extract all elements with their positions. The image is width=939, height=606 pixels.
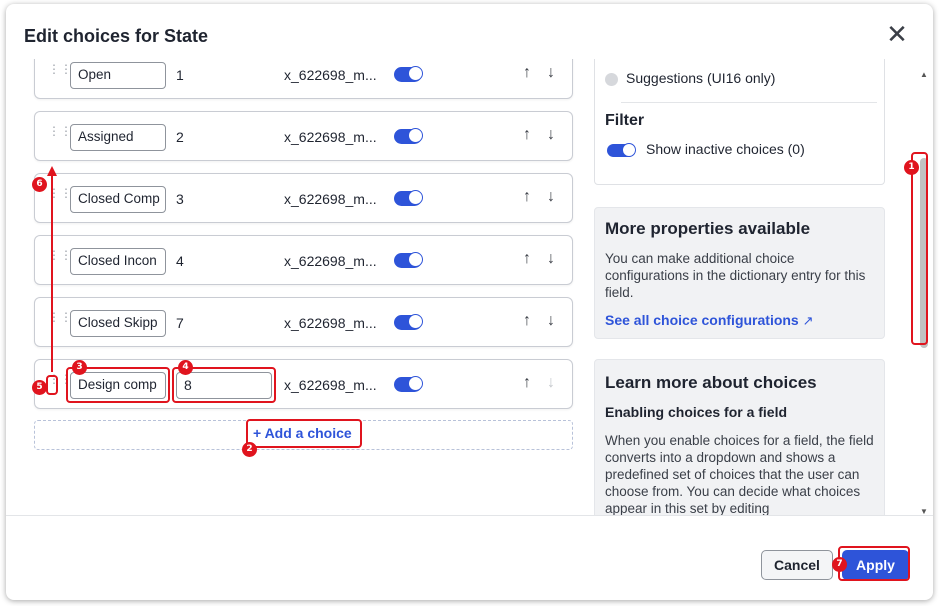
- move-up-icon[interactable]: ↑: [523, 312, 531, 330]
- see-all-choice-configurations-link[interactable]: See all choice configurations ↗: [605, 312, 814, 329]
- dialog-scrollbar[interactable]: ▲ ▼: [917, 66, 931, 518]
- choice-value: x_622698_m...: [284, 129, 377, 145]
- move-up-icon[interactable]: ↑: [523, 64, 531, 82]
- close-icon[interactable]: ✕: [884, 21, 910, 48]
- choice-value: x_622698_m...: [284, 67, 377, 83]
- move-down-icon[interactable]: ↓: [547, 126, 555, 144]
- choice-sequence: 3: [176, 191, 184, 207]
- filter-heading: Filter: [605, 112, 645, 129]
- move-up-icon[interactable]: ↑: [523, 188, 531, 206]
- choice-value: x_622698_m...: [284, 377, 377, 393]
- move-down-icon[interactable]: ↓: [547, 250, 555, 268]
- choice-sequence: 4: [176, 253, 184, 269]
- cancel-button[interactable]: Cancel: [761, 550, 833, 580]
- move-up-icon[interactable]: ↑: [523, 374, 531, 392]
- choice-active-toggle[interactable]: [394, 128, 423, 144]
- more-properties-body: You can make additional choice configura…: [605, 251, 866, 300]
- choice-label-input[interactable]: Open: [70, 62, 166, 89]
- choice-sequence-input[interactable]: 8: [176, 372, 272, 399]
- suggestions-label: Suggestions (UI16 only): [626, 70, 776, 86]
- choice-active-toggle[interactable]: [394, 190, 423, 206]
- annotation-badge-2: 2: [242, 442, 257, 457]
- choice-label-input[interactable]: Assigned: [70, 124, 166, 151]
- show-inactive-toggle[interactable]: [607, 143, 636, 157]
- suggestions-radio[interactable]: [605, 73, 618, 86]
- choice-sequence: 2: [176, 129, 184, 145]
- drag-handle-icon[interactable]: ⋮⋮: [48, 63, 72, 84]
- choice-row: ⋮⋮ Closed Incon 4 x_622698_m... ↑ ↓: [34, 235, 573, 285]
- choice-label-input[interactable]: Design comp: [70, 372, 166, 399]
- drag-handle-icon[interactable]: ⋮⋮: [48, 125, 72, 146]
- annotation-badge-1: 1: [904, 160, 919, 175]
- dialog-body[interactable]: ⋮⋮ Open 1 x_622698_m... ↑ ↓ ⋮⋮ Assigned …: [6, 59, 916, 515]
- apply-button[interactable]: Apply: [842, 550, 909, 580]
- move-down-icon[interactable]: ↓: [547, 188, 555, 206]
- options-card: Suggestions (UI16 only) Filter Show inac…: [594, 59, 885, 185]
- footer-divider: [6, 515, 933, 516]
- choice-value: x_622698_m...: [284, 315, 377, 331]
- choice-active-toggle[interactable]: [394, 66, 423, 82]
- choice-row: ⋮⋮ Open 1 x_622698_m... ↑ ↓: [34, 59, 573, 99]
- choice-value: x_622698_m...: [284, 253, 377, 269]
- divider: [621, 102, 877, 103]
- move-down-icon: ↓: [547, 374, 555, 391]
- learn-more-body: When you enable choices for a field, the…: [605, 433, 874, 515]
- dialog-title: Edit choices for State: [24, 26, 209, 46]
- move-down-icon[interactable]: ↓: [547, 312, 555, 330]
- add-choice-label: Add a choice: [264, 425, 352, 441]
- choice-label-input[interactable]: Closed Incon: [70, 248, 166, 275]
- annotation-badge-7: 7: [832, 557, 847, 572]
- choice-row: ⋮⋮ Assigned 2 x_622698_m... ↑ ↓: [34, 111, 573, 161]
- annotation-badge-4: 4: [178, 360, 193, 375]
- annotation-badge-6: 6: [32, 177, 47, 192]
- more-properties-card: More properties available You can make a…: [594, 207, 885, 339]
- choice-value: x_622698_m...: [284, 191, 377, 207]
- more-properties-heading: More properties available: [605, 219, 811, 238]
- show-inactive-label: Show inactive choices (0): [646, 141, 805, 157]
- move-up-icon[interactable]: ↑: [523, 126, 531, 144]
- link-label: See all choice configurations: [605, 312, 799, 328]
- plus-icon: +: [253, 425, 262, 441]
- annotation-badge-5: 5: [32, 380, 47, 395]
- choice-row: ⋮⋮ Closed Comp 3 x_622698_m... ↑ ↓: [34, 173, 573, 223]
- drag-handle-icon[interactable]: ⋮⋮: [48, 373, 72, 394]
- learn-more-heading: Learn more about choices: [605, 373, 817, 392]
- choice-sequence: 7: [176, 315, 184, 331]
- external-link-icon: ↗: [802, 313, 814, 328]
- annotation-badge-3: 3: [72, 360, 87, 375]
- choice-row: ⋮⋮ Closed Skipp 7 x_622698_m... ↑ ↓: [34, 297, 573, 347]
- choice-active-toggle[interactable]: [394, 376, 423, 392]
- choice-sequence: 1: [176, 67, 184, 83]
- move-up-icon[interactable]: ↑: [523, 250, 531, 268]
- learn-more-card: Learn more about choices Enabling choice…: [594, 359, 885, 515]
- choice-label-input[interactable]: Closed Comp: [70, 186, 166, 213]
- add-choice-button[interactable]: + Add a choice: [253, 425, 352, 441]
- scroll-thumb[interactable]: [920, 158, 928, 348]
- edit-choices-dialog: Edit choices for State ✕ ⋮⋮ Open 1 x_622…: [6, 4, 933, 600]
- choice-active-toggle[interactable]: [394, 252, 423, 268]
- choice-row-new: ⋮⋮ Design comp 8 x_622698_m... ↑ ↓: [34, 359, 573, 409]
- move-down-icon[interactable]: ↓: [547, 64, 555, 82]
- learn-more-subheading: Enabling choices for a field: [605, 404, 788, 420]
- choice-label-input[interactable]: Closed Skipp: [70, 310, 166, 337]
- choice-active-toggle[interactable]: [394, 314, 423, 330]
- drag-arrow: [47, 166, 57, 372]
- scroll-up-icon[interactable]: ▲: [920, 70, 928, 79]
